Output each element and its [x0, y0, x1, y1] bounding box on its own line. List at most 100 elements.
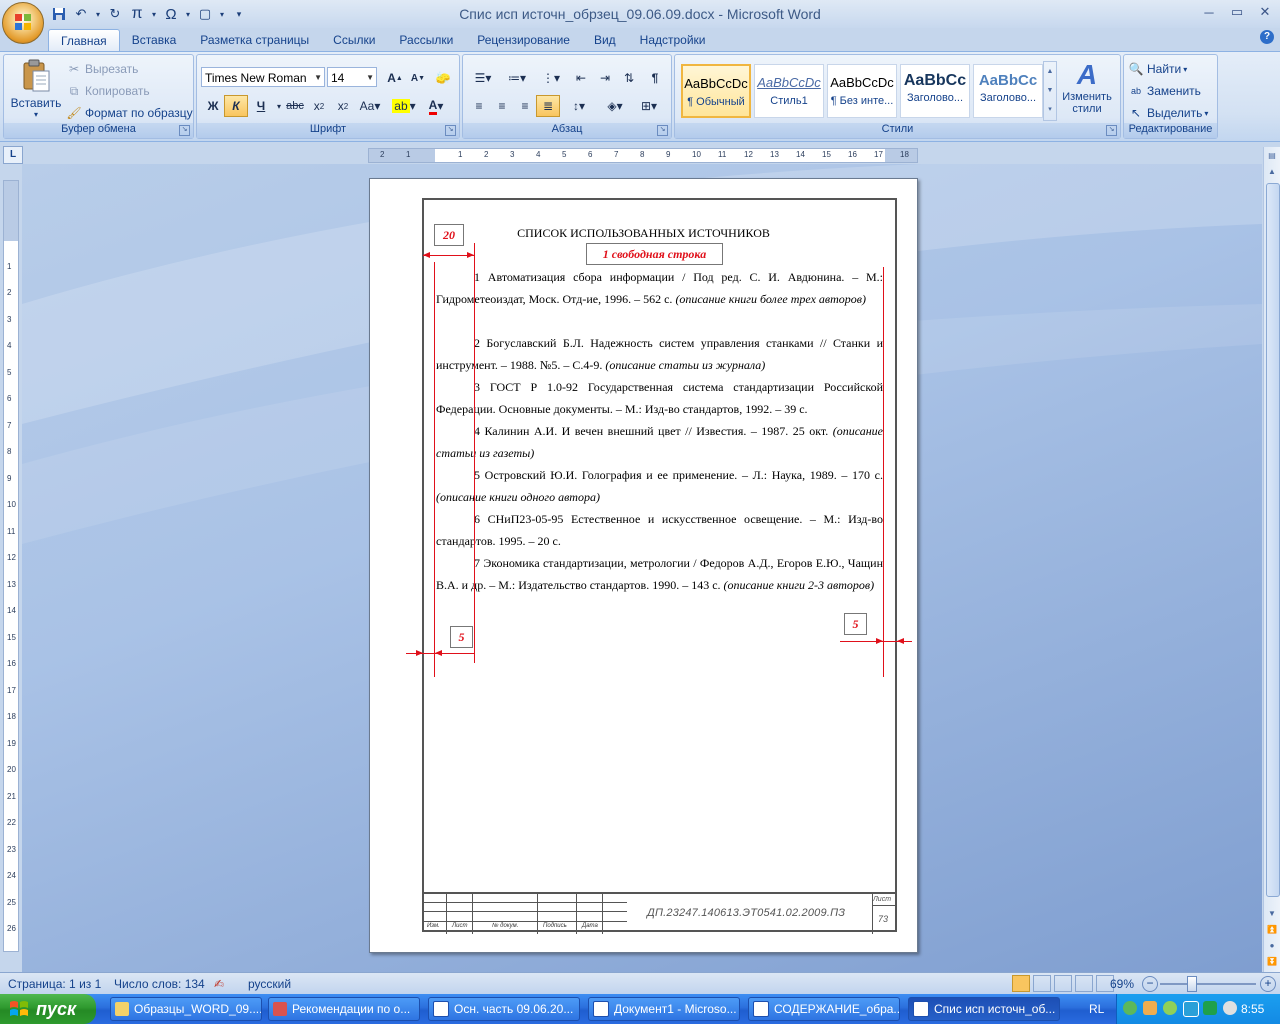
page-indicator[interactable]: Страница: 1 из 1: [8, 977, 101, 991]
bold-icon[interactable]: Ж: [201, 95, 225, 117]
web-layout-icon[interactable]: [1054, 975, 1072, 992]
vertical-scrollbar[interactable]: ▤ ▲ ▼ ⏫ ● ⏬: [1263, 147, 1280, 972]
tray-volume-icon[interactable]: [1223, 1001, 1237, 1015]
subscript-icon[interactable]: x2: [307, 95, 331, 117]
taskbar-item-main-part[interactable]: Осн. часть 09.06.20...: [428, 997, 580, 1021]
tab-review[interactable]: Рецензирование: [465, 29, 582, 51]
clear-format-icon[interactable]: 🧽: [431, 67, 455, 89]
superscript-icon[interactable]: x2: [331, 95, 355, 117]
word-count[interactable]: Число слов: 134: [114, 977, 205, 991]
previous-page-icon[interactable]: ⏫: [1265, 923, 1279, 937]
taskbar-item-contents[interactable]: СОДЕРЖАНИЕ_обра...: [748, 997, 900, 1021]
change-styles-button[interactable]: A Изменить стили: [1057, 59, 1117, 121]
tab-selector[interactable]: L: [3, 146, 23, 164]
scroll-up-icon[interactable]: ▲: [1265, 165, 1279, 179]
multilevel-list-icon[interactable]: ⋮▾: [535, 67, 567, 89]
align-center-icon[interactable]: ≡: [490, 95, 514, 117]
minimize-icon[interactable]: ─: [1196, 2, 1222, 22]
font-size-combo[interactable]: 14 ▼: [327, 67, 377, 87]
tab-insert[interactable]: Вставка: [120, 29, 189, 51]
start-button[interactable]: пуск: [0, 994, 96, 1024]
zoom-level[interactable]: 69%: [1110, 977, 1134, 991]
highlight-icon[interactable]: ab ▾: [389, 95, 419, 117]
language-indicator[interactable]: русский: [248, 977, 291, 991]
taskbar-item-folder[interactable]: Образцы_WORD_09....: [110, 997, 262, 1021]
font-name-combo[interactable]: Times New Roman ▼: [201, 67, 325, 87]
shrink-font-icon[interactable]: A ▼: [406, 67, 430, 89]
taskbar-item-document1[interactable]: Документ1 - Microso...: [588, 997, 740, 1021]
taskbar-item-recommendations[interactable]: Рекомендации по о...: [268, 997, 420, 1021]
zoom-slider-thumb[interactable]: [1187, 976, 1197, 992]
tab-addins[interactable]: Надстройки: [628, 29, 718, 51]
tray-display-icon[interactable]: [1183, 1001, 1199, 1017]
align-right-icon[interactable]: ≡: [513, 95, 537, 117]
font-size-dropdown-icon[interactable]: ▼: [366, 68, 374, 88]
browse-object-icon[interactable]: ●: [1265, 939, 1279, 953]
tab-mailings[interactable]: Рассылки: [387, 29, 465, 51]
zoom-in-icon[interactable]: +: [1260, 976, 1276, 992]
paste-button[interactable]: Вставить ▾: [8, 57, 64, 119]
find-button[interactable]: 🔍 Найти ▾: [1128, 59, 1188, 79]
tray-app-icon[interactable]: [1203, 1001, 1217, 1015]
paragraph-launcher-icon[interactable]: ↘: [657, 125, 668, 136]
styles-launcher-icon[interactable]: ↘: [1106, 125, 1117, 136]
full-screen-reading-icon[interactable]: [1033, 975, 1051, 992]
paste-dropdown-icon[interactable]: ▾: [8, 110, 64, 119]
zoom-slider[interactable]: [1160, 983, 1256, 985]
style-heading1[interactable]: AaBbCc Заголово...: [900, 64, 970, 118]
tab-page-layout[interactable]: Разметка страницы: [188, 29, 321, 51]
view-ruler-icon[interactable]: ▤: [1265, 149, 1279, 163]
grow-font-icon[interactable]: A ▲: [383, 67, 407, 89]
outline-icon[interactable]: [1075, 975, 1093, 992]
cut-button[interactable]: ✂ Вырезать: [66, 59, 138, 79]
select-dropdown-icon[interactable]: ▾: [1204, 109, 1208, 118]
tray-update-icon[interactable]: [1163, 1001, 1177, 1015]
font-name-dropdown-icon[interactable]: ▼: [314, 68, 322, 88]
style-normal[interactable]: AaBbCcDc ¶ Обычный: [681, 64, 751, 118]
numbering-icon[interactable]: ≔▾: [501, 67, 533, 89]
copy-button[interactable]: ⧉ Копировать: [66, 81, 150, 101]
tab-home[interactable]: Главная: [48, 29, 120, 51]
justify-icon[interactable]: ≣: [536, 95, 560, 117]
next-page-icon[interactable]: ⏬: [1265, 955, 1279, 969]
office-button[interactable]: [2, 2, 44, 44]
maximize-icon[interactable]: ▭: [1224, 2, 1250, 22]
horizontal-ruler[interactable]: 2 1 1 2 3 4 5 6 7 8 9 10 11 12 13 14 15 16 17 18: [368, 148, 918, 163]
font-color-icon[interactable]: A ▾: [421, 95, 451, 117]
italic-icon[interactable]: К: [224, 95, 248, 117]
scroll-down-icon[interactable]: ▼: [1265, 907, 1279, 921]
tab-view[interactable]: Вид: [582, 29, 628, 51]
decrease-indent-icon[interactable]: ⇤: [569, 67, 593, 89]
borders-icon[interactable]: ⊞▾: [633, 95, 665, 117]
tray-network-icon[interactable]: [1123, 1001, 1137, 1015]
clock[interactable]: 8:55: [1241, 1002, 1264, 1016]
format-painter-button[interactable]: 🖌 Формат по образцу: [66, 103, 192, 123]
change-case-icon[interactable]: Aa▾: [355, 95, 385, 117]
line-spacing-icon[interactable]: ↕▾: [563, 95, 595, 117]
sort-icon[interactable]: ⇅: [617, 67, 641, 89]
print-layout-icon[interactable]: [1012, 975, 1030, 992]
show-marks-icon[interactable]: ¶: [643, 67, 667, 89]
replace-button[interactable]: ab Заменить: [1128, 81, 1201, 101]
style-heading2[interactable]: AaBbCc Заголово...: [973, 64, 1043, 118]
strikethrough-icon[interactable]: abc: [283, 95, 307, 117]
shading-icon[interactable]: ◈▾: [599, 95, 631, 117]
bullets-icon[interactable]: ☰▾: [467, 67, 499, 89]
tab-references[interactable]: Ссылки: [321, 29, 387, 51]
taskbar-item-current-doc[interactable]: Спис исп источн_об...: [908, 997, 1060, 1021]
close-icon[interactable]: ✕: [1252, 2, 1278, 22]
style-style1[interactable]: AaBbCcDc Стиль1: [754, 64, 824, 118]
font-launcher-icon[interactable]: ↘: [445, 125, 456, 136]
select-button[interactable]: ↖ Выделить ▾: [1128, 103, 1208, 123]
tray-antivirus-icon[interactable]: [1143, 1001, 1157, 1015]
style-no-spacing[interactable]: AaBbCcDc ¶ Без инте...: [827, 64, 897, 118]
clipboard-launcher-icon[interactable]: ↘: [179, 125, 190, 136]
document-page[interactable]: СПИСОК ИСПОЛЬЗОВАННЫХ ИСТОЧНИКОВ 1 Автом…: [369, 178, 918, 953]
vertical-ruler[interactable]: 1 2 3 4 5 6 7 8 9 10 11 12 13 14 15 16 17 18 19 20 21 22 23 24 2…: [3, 180, 19, 952]
zoom-out-icon[interactable]: −: [1142, 976, 1158, 992]
styles-scroll[interactable]: ▲ ▼ ▾: [1043, 61, 1057, 121]
find-dropdown-icon[interactable]: ▾: [1183, 65, 1187, 74]
align-left-icon[interactable]: ≡: [467, 95, 491, 117]
scroll-thumb[interactable]: [1266, 183, 1280, 897]
help-icon[interactable]: ?: [1260, 30, 1274, 44]
